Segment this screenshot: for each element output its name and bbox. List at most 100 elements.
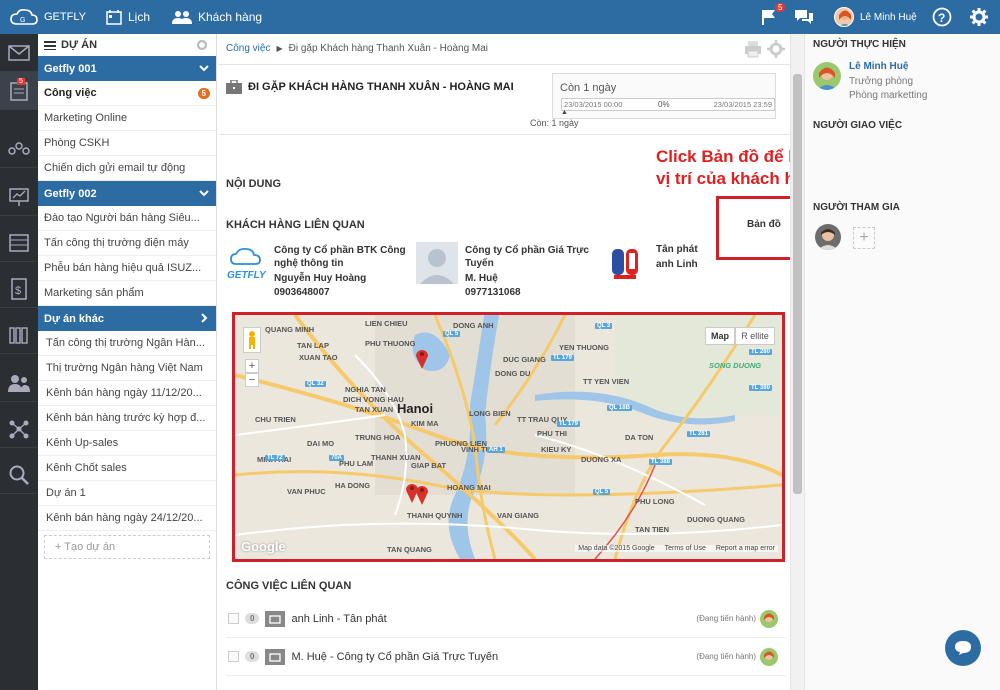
- sidebar-item[interactable]: Dự án 1: [38, 481, 216, 506]
- map-marker-icon[interactable]: [415, 483, 429, 505]
- print-icon[interactable]: [743, 40, 763, 58]
- pegman-icon[interactable]: [243, 327, 261, 353]
- sidebar-item[interactable]: Marketing sản phẩm: [38, 281, 216, 306]
- customer-card[interactable]: Tân phát anh Linh: [610, 242, 710, 302]
- sidebar-item[interactable]: Marketing Online: [38, 106, 216, 131]
- sidebar-item[interactable]: Phễu bán hàng hiệu quả ISUZ...: [38, 256, 216, 281]
- nav-forms[interactable]: [0, 224, 38, 262]
- breadcrumb-root[interactable]: Công việc: [226, 43, 270, 54]
- nav-mail[interactable]: [0, 34, 38, 72]
- sidebar-item[interactable]: Chiến dịch gửi email tự động: [38, 156, 216, 181]
- sidebar-item[interactable]: Thị trường Ngân hàng Việt Nam: [38, 356, 216, 381]
- project-group-getfly-001[interactable]: Getfly 001: [38, 56, 216, 81]
- calendar-menu[interactable]: Lịch: [106, 0, 150, 34]
- task-checkbox[interactable]: [228, 651, 239, 662]
- add-participant-button[interactable]: +: [853, 227, 875, 249]
- sidebar-settings-icon[interactable]: [196, 39, 208, 51]
- subtask-count: 0: [245, 651, 260, 662]
- sidebar-item[interactable]: Kênh bán hàng trước kỳ hợp đ...: [38, 406, 216, 431]
- terms-link[interactable]: Terms of Use: [665, 545, 706, 552]
- related-task-row[interactable]: 0 M. Huệ - Công ty Cổ phần Giá Trực Tuyế…: [226, 638, 786, 676]
- map-place-label: PHU LONG: [635, 497, 675, 506]
- map-attribution: Map data ©2015 Google Terms of Use Repor…: [575, 545, 778, 552]
- nav-search[interactable]: [0, 456, 38, 494]
- sidebar-item[interactable]: Phòng CSKH: [38, 131, 216, 156]
- percent: 0%: [658, 100, 670, 109]
- nav-library[interactable]: [0, 316, 38, 354]
- nav-people[interactable]: [0, 364, 38, 402]
- related-tasks-title: CÔNG VIỆC LIÊN QUAN: [226, 580, 352, 592]
- map-place-label: NGHIA TAN: [345, 385, 386, 394]
- chat-icon: [795, 10, 813, 24]
- notifications-button[interactable]: 5: [760, 0, 786, 34]
- user-name: Lê Minh Huệ: [860, 11, 917, 23]
- sidebar-item[interactable]: Kênh Chốt sales: [38, 456, 216, 481]
- zoom-out-button[interactable]: −: [245, 373, 259, 387]
- task-checkbox[interactable]: [228, 613, 239, 624]
- map-marker-icon[interactable]: [415, 347, 429, 369]
- customer-card[interactable]: GETFLY Công ty Cổ phần BTK Công nghệ thô…: [227, 242, 408, 302]
- participant-avatar[interactable]: [815, 224, 841, 250]
- sidebar-item[interactable]: Kênh Up-sales: [38, 431, 216, 456]
- add-project-button[interactable]: + Tạo dự án: [44, 535, 210, 559]
- main-scrollbar[interactable]: [790, 34, 804, 690]
- customer-card[interactable]: Công ty Cổ phần Giá Trực Tuyến M. Huệ 09…: [416, 242, 596, 302]
- customers-menu[interactable]: Khách hàng: [172, 0, 262, 34]
- gear-icon: [970, 8, 988, 26]
- nav-tasks[interactable]: 5: [0, 72, 38, 110]
- help-button[interactable]: ?: [932, 0, 952, 34]
- user-menu[interactable]: Lê Minh Huệ: [834, 0, 917, 34]
- map-place-label: DUONG QUANG: [687, 515, 745, 524]
- calendar-label: Lịch: [128, 10, 151, 24]
- sidebar-item[interactable]: Tấn công thị trường điện máy: [38, 231, 216, 256]
- sidebar-item[interactable]: Đào tạo Người bán hàng Siêu...: [38, 206, 216, 231]
- road-shield: QL 5: [593, 489, 611, 495]
- scrollbar-thumb[interactable]: [793, 74, 802, 494]
- map-link[interactable]: Bản đồ: [747, 219, 781, 230]
- nav-network[interactable]: [0, 410, 38, 448]
- report-error-link[interactable]: Report a map error: [716, 545, 775, 552]
- zoom-in-button[interactable]: +: [245, 359, 259, 373]
- group-label: Getfly 002: [44, 187, 97, 200]
- brand-logo[interactable]: G GETFLY: [10, 0, 86, 34]
- map-place-label: QUANG MINH: [265, 325, 315, 334]
- nav-finance[interactable]: $: [0, 270, 38, 308]
- customer-company: Công ty Cổ phần BTK Công nghệ thông tin: [274, 245, 406, 269]
- sidebar-item[interactable]: Kênh bán hàng ngày 11/12/20...: [38, 381, 216, 406]
- end-date: 23/03/2015 23:59: [713, 100, 772, 109]
- map-type-map-button[interactable]: Map: [705, 327, 735, 345]
- task-count-badge: 5: [197, 88, 210, 99]
- gear-icon[interactable]: [767, 40, 785, 58]
- customer-phone: 0977131068: [465, 287, 521, 298]
- nav-reports[interactable]: [0, 178, 38, 216]
- customer-map[interactable]: Hanoi TAN LAP PHU THUONG DONG ANH DUC GI…: [232, 312, 785, 562]
- settings-button[interactable]: [969, 0, 989, 34]
- map-type-satellite-button[interactable]: R ellite: [735, 327, 775, 345]
- map-place-label: VAN GIANG: [497, 511, 539, 520]
- project-group-other[interactable]: Dự án khác: [38, 306, 216, 331]
- map-place-label: TAN XUAN: [355, 405, 394, 414]
- network-icon: [9, 420, 29, 438]
- participants-title: NGƯỜI THAM GIA: [813, 202, 900, 213]
- messages-button[interactable]: [794, 0, 814, 34]
- form-icon: [9, 233, 29, 252]
- flag-badge: 5: [775, 3, 786, 12]
- sidebar-item-cong-viec[interactable]: Công việc 5: [38, 81, 216, 106]
- project-group-getfly-002[interactable]: Getfly 002: [38, 181, 216, 206]
- map-place-label: VAN PHUC: [287, 487, 326, 496]
- map-place-label: DICH VONG HAU: [343, 395, 404, 404]
- customers-section-title: KHÁCH HÀNG LIÊN QUAN: [226, 219, 365, 231]
- chat-bubble-button[interactable]: [945, 630, 981, 666]
- assignee-avatar[interactable]: [813, 62, 841, 90]
- map-place-label: TAN LAP: [297, 341, 329, 350]
- chevron-right-icon: [201, 313, 208, 323]
- deadline-box: Còn 1 ngày 23/03/2015 00:00 0% 23/03/201…: [552, 73, 776, 119]
- books-icon: [9, 326, 28, 344]
- nav-workflow[interactable]: [0, 130, 38, 168]
- related-task-row[interactable]: 0 anh Linh - Tân phát (Đang tiến hành): [226, 600, 786, 638]
- map-place-label: DUC GIANG: [503, 355, 546, 364]
- assignee-name[interactable]: Lê Minh Huệ: [849, 61, 908, 72]
- sidebar-item[interactable]: Kênh bán hàng ngày 24/12/20...: [38, 506, 216, 531]
- sidebar-item[interactable]: Tấn công thị trường Ngân Hàn...: [38, 331, 216, 356]
- road-shield: TL 388: [649, 459, 672, 465]
